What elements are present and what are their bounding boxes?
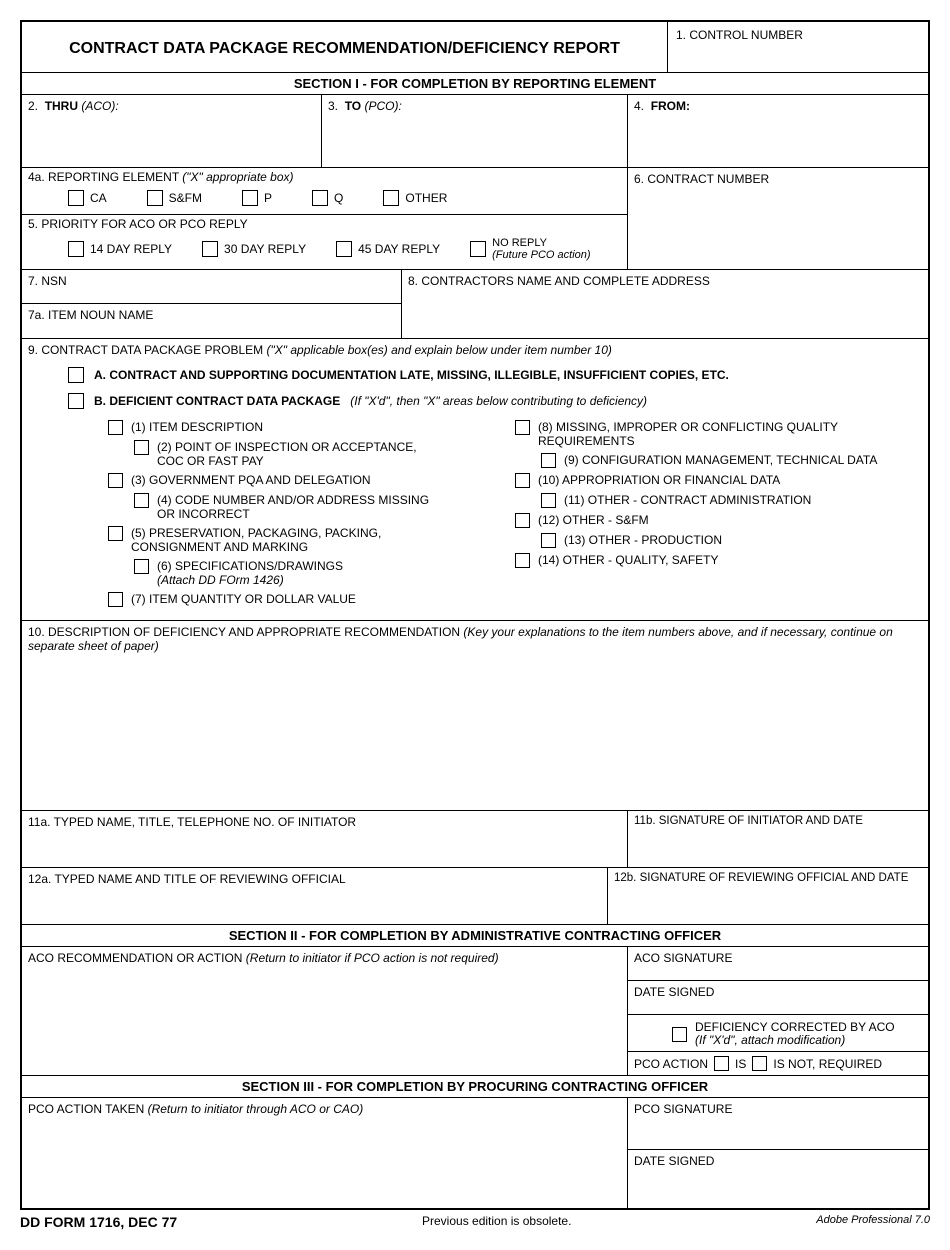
- box-4a: 4a. REPORTING ELEMENT ("X" appropriate b…: [22, 168, 627, 215]
- row-11: 11a. TYPED NAME, TITLE, TELEPHONE NO. OF…: [22, 811, 928, 868]
- aco-deficiency-corrected: DEFICIENCY CORRECTED BY ACO(If "X'd", at…: [628, 1015, 928, 1052]
- box-11a[interactable]: 11a. TYPED NAME, TITLE, TELEPHONE NO. OF…: [22, 811, 628, 867]
- checkbox-9b[interactable]: [68, 393, 84, 409]
- footer-note: Previous edition is obsolete.: [422, 1214, 571, 1230]
- box-3-to[interactable]: 3. TO (PCO):: [322, 95, 628, 167]
- checkbox-30day[interactable]: [202, 241, 218, 257]
- checkbox-pco-isnot[interactable]: [752, 1056, 767, 1071]
- box-12b[interactable]: 12b. SIGNATURE OF REVIEWING OFFICIAL AND…: [608, 868, 928, 924]
- section-1-header: SECTION I - FOR COMPLETION BY REPORTING …: [22, 73, 928, 95]
- box-5: 5. PRIORITY FOR ACO OR PCO REPLY 14 DAY …: [22, 215, 627, 269]
- checkbox-pco-is[interactable]: [714, 1056, 729, 1071]
- aco-block: ACO RECOMMENDATION OR ACTION (Return to …: [22, 947, 928, 1076]
- pco-action-required: PCO ACTION IS IS NOT, REQUIRED: [628, 1052, 928, 1075]
- checkbox-noreply[interactable]: [470, 241, 486, 257]
- header-row: CONTRACT DATA PACKAGE RECOMMENDATION/DEF…: [22, 22, 928, 73]
- checkbox-d12[interactable]: [515, 513, 530, 528]
- box-6[interactable]: 6. CONTRACT NUMBER: [628, 168, 928, 269]
- section-2-header: SECTION II - FOR COMPLETION BY ADMINISTR…: [22, 925, 928, 947]
- checkbox-d9[interactable]: [541, 453, 556, 468]
- row-2-3-4: 2. THRU (ACO): 3. TO (PCO): 4. FROM:: [22, 95, 928, 168]
- checkbox-d10[interactable]: [515, 473, 530, 488]
- checkbox-d4[interactable]: [134, 493, 149, 508]
- box-11b[interactable]: 11b. SIGNATURE OF INITIATOR AND DATE: [628, 811, 928, 867]
- checkbox-d11[interactable]: [541, 493, 556, 508]
- box-8-contractor[interactable]: 8. CONTRACTORS NAME AND COMPLETE ADDRESS: [402, 270, 928, 338]
- form-number: DD FORM 1716, DEC 77: [20, 1214, 177, 1230]
- pco-signature[interactable]: PCO SIGNATURE: [628, 1098, 928, 1150]
- form-footer: DD FORM 1716, DEC 77 Previous edition is…: [20, 1214, 930, 1230]
- box-4-from[interactable]: 4. FROM:: [628, 95, 928, 167]
- checkbox-d14[interactable]: [515, 553, 530, 568]
- aco-recommendation[interactable]: ACO RECOMMENDATION OR ACTION (Return to …: [22, 947, 628, 1075]
- checkbox-aco-def[interactable]: [672, 1027, 687, 1042]
- pco-block: PCO ACTION TAKEN (Return to initiator th…: [22, 1098, 928, 1208]
- pco-date-signed[interactable]: DATE SIGNED: [628, 1150, 928, 1208]
- checkbox-d5[interactable]: [108, 526, 123, 541]
- form-container: CONTRACT DATA PACKAGE RECOMMENDATION/DEF…: [20, 20, 930, 1210]
- checkbox-d8[interactable]: [515, 420, 530, 435]
- checkbox-p[interactable]: [242, 190, 258, 206]
- box-2-thru[interactable]: 2. THRU (ACO):: [22, 95, 322, 167]
- box-10-description[interactable]: 10. DESCRIPTION OF DEFICIENCY AND APPROP…: [22, 621, 928, 811]
- checkbox-d2[interactable]: [134, 440, 149, 455]
- checkbox-ca[interactable]: [68, 190, 84, 206]
- checkbox-sfm[interactable]: [147, 190, 163, 206]
- control-number-box: 1. CONTROL NUMBER: [668, 22, 928, 72]
- box-7a-noun[interactable]: 7a. ITEM NOUN NAME: [22, 304, 401, 338]
- row-7-8: 7. NSN 7a. ITEM NOUN NAME 8. CONTRACTORS…: [22, 269, 928, 339]
- checkbox-d6[interactable]: [134, 559, 149, 574]
- checkbox-q[interactable]: [312, 190, 328, 206]
- row-4a-5-6: 4a. REPORTING ELEMENT ("X" appropriate b…: [22, 168, 928, 269]
- box-9: 9. CONTRACT DATA PACKAGE PROBLEM ("X" ap…: [22, 339, 928, 621]
- section-3-header: SECTION III - FOR COMPLETION BY PROCURIN…: [22, 1076, 928, 1098]
- checkbox-other[interactable]: [383, 190, 399, 206]
- row-12: 12a. TYPED NAME AND TITLE OF REVIEWING O…: [22, 868, 928, 925]
- aco-signature[interactable]: ACO SIGNATURE: [628, 947, 928, 981]
- aco-date-signed[interactable]: DATE SIGNED: [628, 981, 928, 1015]
- checkbox-9a[interactable]: [68, 367, 84, 383]
- checkbox-d3[interactable]: [108, 473, 123, 488]
- footer-software: Adobe Professional 7.0: [816, 1214, 930, 1230]
- box-7-nsn[interactable]: 7. NSN: [22, 270, 401, 304]
- checkbox-45day[interactable]: [336, 241, 352, 257]
- checkbox-14day[interactable]: [68, 241, 84, 257]
- checkbox-d13[interactable]: [541, 533, 556, 548]
- form-title: CONTRACT DATA PACKAGE RECOMMENDATION/DEF…: [22, 22, 668, 72]
- pco-action-taken[interactable]: PCO ACTION TAKEN (Return to initiator th…: [22, 1098, 628, 1208]
- checkbox-d7[interactable]: [108, 592, 123, 607]
- box-12a[interactable]: 12a. TYPED NAME AND TITLE OF REVIEWING O…: [22, 868, 608, 924]
- checkbox-d1[interactable]: [108, 420, 123, 435]
